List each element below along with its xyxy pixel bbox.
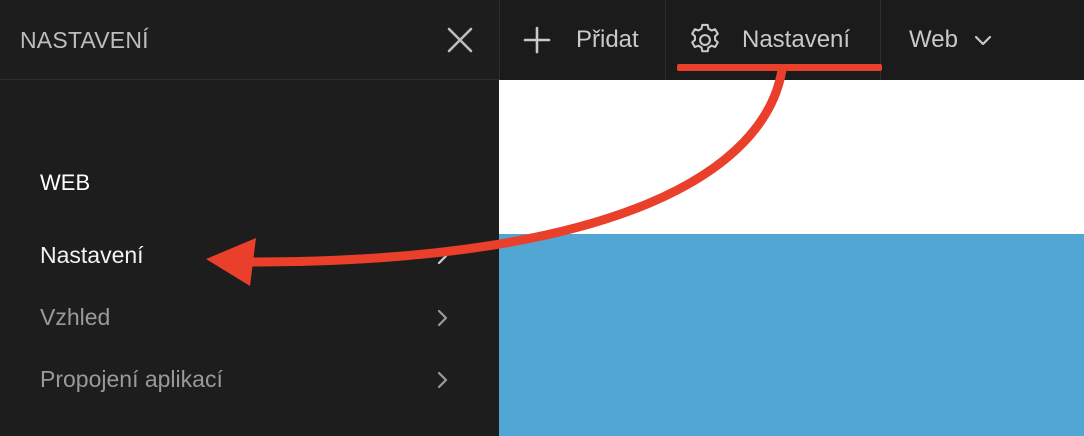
menu-item-propojeni-aplikaci[interactable]: Propojení aplikací <box>0 352 499 408</box>
menu-item-label: Nastavení <box>40 242 144 268</box>
chevron-right-icon <box>437 247 448 265</box>
menu-item-label: Propojení aplikací <box>40 366 223 392</box>
toolbar-divider <box>665 0 666 80</box>
settings-label: Nastavení <box>742 26 851 53</box>
add-button[interactable]: Přidat <box>522 0 639 80</box>
chevron-down-icon <box>974 35 992 46</box>
site-label: Web <box>909 26 958 53</box>
menu-item-label: Vzhled <box>40 304 111 330</box>
chevron-right-icon <box>437 371 448 389</box>
gear-icon <box>691 23 719 53</box>
preview-white-section <box>499 80 1084 234</box>
preview-blue-section <box>499 234 1084 436</box>
annotation-underline <box>677 64 882 71</box>
plus-icon <box>523 26 551 54</box>
section-heading: WEB <box>40 170 91 195</box>
settings-panel: NASTAVENÍ WEB Nastavení Vzhled Propojení… <box>0 0 499 436</box>
menu-item-vzhled[interactable]: Vzhled <box>0 290 499 346</box>
close-button[interactable] <box>440 20 480 60</box>
add-label: Přidat <box>576 26 639 53</box>
panel-title: NASTAVENÍ <box>20 27 149 53</box>
site-dropdown[interactable]: Web <box>909 0 994 80</box>
menu-item-nastaveni[interactable]: Nastavení <box>0 228 499 284</box>
panel-header: NASTAVENÍ <box>0 0 499 80</box>
chevron-right-icon <box>437 309 448 327</box>
close-icon <box>447 27 473 53</box>
